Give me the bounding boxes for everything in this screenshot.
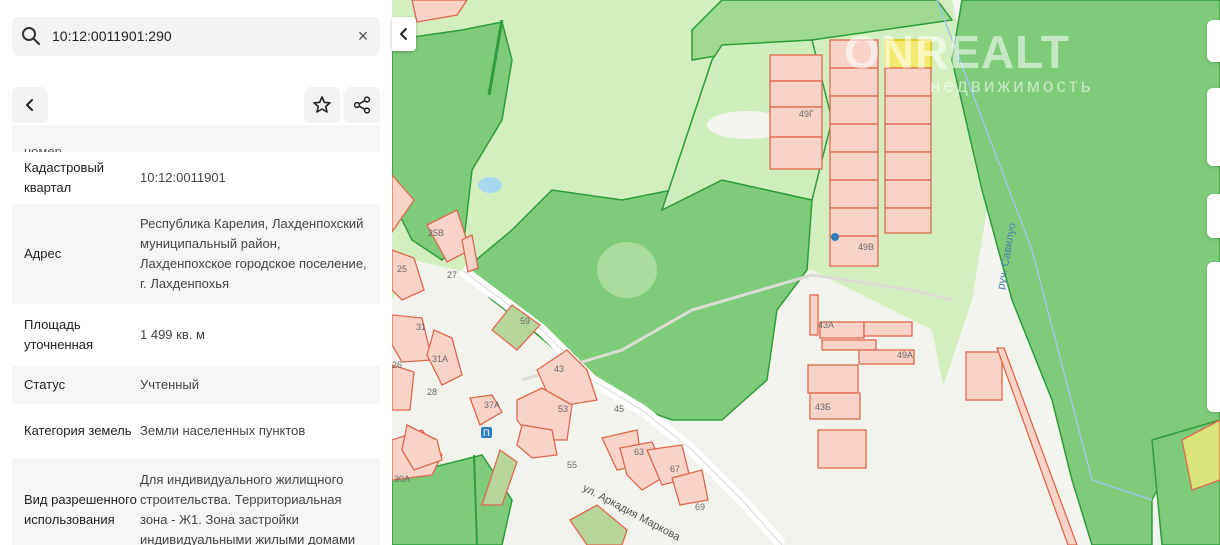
clearing xyxy=(597,242,657,298)
parcel[interactable] xyxy=(829,179,879,209)
table-row: номер xyxy=(12,125,380,152)
parcel-label: 63 xyxy=(634,447,644,457)
parcel-label: 69 xyxy=(695,502,705,512)
zoom-control[interactable] xyxy=(1207,88,1220,166)
parcel-label: 43А xyxy=(818,320,834,330)
parcel-label: 30А xyxy=(394,474,410,484)
parcel[interactable] xyxy=(884,151,932,181)
parcel-label: 49А xyxy=(897,350,913,360)
parcel-label: 43 xyxy=(554,364,564,374)
parcel[interactable] xyxy=(809,294,819,336)
table-row: Статус Учтенный xyxy=(12,366,380,404)
parcel-label: 53 xyxy=(558,404,568,414)
parcel[interactable] xyxy=(769,106,823,138)
brand-watermark-subtitle: недвижимость xyxy=(930,76,1094,97)
row-value: Республика Карелия, Лахденпохский муници… xyxy=(140,216,367,291)
parcel-label: 43Б xyxy=(815,402,831,412)
row-label: Площадь уточненная xyxy=(24,317,94,352)
search-input[interactable]: 10:12:0011901:290 xyxy=(52,28,172,44)
parcel[interactable] xyxy=(884,207,932,234)
parcel[interactable] xyxy=(821,339,877,351)
cadastral-info-table: номер Кадастровый квартал 10:12:0011901 … xyxy=(12,125,380,545)
close-icon[interactable]: × xyxy=(352,25,374,47)
layers-control[interactable] xyxy=(1207,262,1220,412)
bus-stop-label: П xyxy=(483,428,489,438)
parcel-label: 59 xyxy=(520,316,530,326)
parcel-label: 55 xyxy=(567,460,577,470)
parcel[interactable] xyxy=(884,123,932,153)
details-panel: 10:12:0011901:290 × номер Кадастровый кв… xyxy=(0,0,392,545)
parcel-label: 49В xyxy=(858,242,874,252)
parcel[interactable] xyxy=(829,95,879,125)
row-label: Кадастровый квартал xyxy=(24,160,105,195)
table-row: Адрес Республика Карелия, Лахденпохский … xyxy=(12,204,380,304)
search-icon xyxy=(22,27,40,45)
star-icon xyxy=(313,96,331,113)
parcel-label: 31 xyxy=(416,322,426,332)
parcel[interactable] xyxy=(829,151,879,181)
map-canvas[interactable]: 49Г 49В 43А 49А 43Б 25В 25 27 31А 28 37А… xyxy=(392,0,1220,545)
row-value: Земли населенных пунктов xyxy=(140,423,306,438)
chevron-left-icon xyxy=(26,99,33,111)
row-value: Для индивидуального жилищного строительс… xyxy=(140,472,356,545)
table-row: Вид разрешенного использования Для индив… xyxy=(12,458,380,545)
parcel[interactable] xyxy=(807,364,859,394)
parcel[interactable] xyxy=(884,179,932,209)
parcel[interactable] xyxy=(863,321,913,337)
table-row: Кадастровый квартал 10:12:0011901 xyxy=(12,152,380,204)
row-value: Учтенный xyxy=(140,377,200,392)
collapse-panel-button[interactable] xyxy=(392,17,416,51)
chevron-left-icon xyxy=(400,28,407,40)
row-value: 10:12:0011901 xyxy=(140,170,226,185)
parcel-label: 45 xyxy=(614,404,624,414)
parcel[interactable] xyxy=(392,364,415,411)
parcel[interactable] xyxy=(965,351,1003,401)
parcel-label: 25 xyxy=(397,264,407,274)
parcel-label: 27 xyxy=(447,270,457,280)
parcel[interactable] xyxy=(769,54,823,82)
search-bar[interactable]: 10:12:0011901:290 × xyxy=(12,17,380,56)
parcel[interactable] xyxy=(829,123,879,153)
parcel[interactable] xyxy=(884,95,932,125)
parcel[interactable] xyxy=(829,207,879,237)
pond xyxy=(478,177,502,193)
back-button[interactable] xyxy=(12,87,48,123)
parcel-label: 49Г xyxy=(799,109,814,119)
brand-watermark: ONREALT xyxy=(844,26,1070,78)
map-marker[interactable] xyxy=(831,233,839,241)
parcel[interactable] xyxy=(769,136,823,170)
table-row: Категория земель Земли населенных пункто… xyxy=(12,404,380,458)
parcel-label: 28 xyxy=(427,387,437,397)
parcel[interactable] xyxy=(769,80,823,108)
parcel-label: 37А xyxy=(484,400,500,410)
row-label: номер xyxy=(24,144,62,152)
cadastral-map[interactable]: 49Г 49В 43А 49А 43Б 25В 25 27 31А 28 37А… xyxy=(392,0,1220,545)
row-value: 1 499 кв. м xyxy=(140,327,205,342)
table-row: Площадь уточненная 1 499 кв. м xyxy=(12,304,380,366)
parcel[interactable] xyxy=(817,429,867,469)
map-control-button[interactable] xyxy=(1207,194,1220,238)
row-label: Адрес xyxy=(24,246,62,261)
parcel-label: 26 xyxy=(392,360,402,370)
favorite-button[interactable] xyxy=(304,87,340,123)
share-button[interactable] xyxy=(344,87,380,123)
row-label: Вид разрешенного использования xyxy=(24,492,137,527)
row-label: Статус xyxy=(24,377,66,392)
parcel-label: 31А xyxy=(432,354,448,364)
share-icon xyxy=(353,96,371,114)
parcel-label: 67 xyxy=(670,464,680,474)
map-control-button[interactable] xyxy=(1207,20,1220,62)
parcel-label: 25В xyxy=(428,228,444,238)
row-label: Категория земель xyxy=(24,423,132,438)
